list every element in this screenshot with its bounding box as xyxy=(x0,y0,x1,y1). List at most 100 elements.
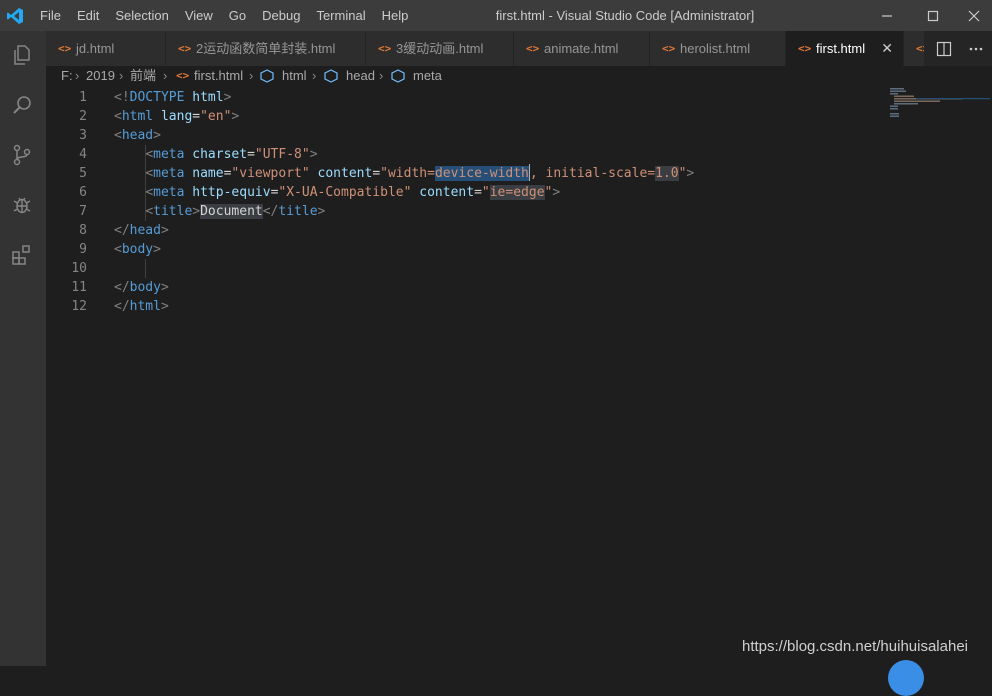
code-line[interactable]: 3 <head> xyxy=(46,126,992,145)
code-line[interactable]: 1 <!DOCTYPE html> xyxy=(46,88,992,107)
line-number: 1 xyxy=(79,90,87,105)
code-line[interactable]: 8 </head> xyxy=(46,221,992,240)
tab-herolist-html[interactable]: <> herolist.html xyxy=(650,31,786,66)
debug-icon xyxy=(13,197,31,214)
extensions-button[interactable] xyxy=(8,241,36,269)
code-token: "en" xyxy=(200,109,232,124)
breadcrumb-folder-2019[interactable]: 2019 xyxy=(86,66,115,86)
code-line[interactable]: 4 <meta charset="UTF-8"> xyxy=(46,145,992,164)
code-token: < xyxy=(145,166,154,181)
more-actions-icon[interactable] xyxy=(968,41,984,57)
code-token: = xyxy=(192,109,201,124)
code-token: > xyxy=(160,223,169,238)
code-text: <head> xyxy=(114,126,161,145)
tab-jd-html[interactable]: <> jd.html xyxy=(46,31,166,66)
menu-selection[interactable]: Selection xyxy=(107,0,176,31)
menu-file[interactable]: File xyxy=(32,0,69,31)
tab-animate-html[interactable]: <> animate.html xyxy=(514,31,650,66)
code-line[interactable]: 9 <body> xyxy=(46,240,992,259)
extensions-icon xyxy=(12,245,30,265)
breadcrumb-head[interactable]: head xyxy=(346,66,375,86)
tab-label: 2运动函数简单封装.html xyxy=(196,41,336,56)
tab-label: herolist.html xyxy=(680,41,751,56)
breadcrumb-drive[interactable]: F: xyxy=(61,66,73,86)
html-file-icon: <> xyxy=(176,69,190,82)
code-token: = xyxy=(474,185,482,200)
tab-label: jd.html xyxy=(76,41,115,56)
tab-2-html[interactable]: <> 2运动函数简单封装.html xyxy=(166,31,366,66)
minimap[interactable] xyxy=(886,88,992,138)
code-line[interactable]: 7 <title>Document</title> xyxy=(46,202,992,221)
source-control-button[interactable] xyxy=(8,141,36,169)
code-line[interactable]: 11 </body> xyxy=(46,278,992,297)
source-control-icon xyxy=(13,144,31,166)
breadcrumb-html[interactable]: html xyxy=(282,66,307,86)
vscode-logo-icon xyxy=(7,8,23,24)
explorer-button[interactable] xyxy=(8,41,36,69)
code-line[interactable]: 2 <html lang="en"> xyxy=(46,107,992,126)
minimize-button[interactable] xyxy=(864,0,910,31)
explorer-icon xyxy=(14,45,30,65)
tab-label: 3缓动动画.html xyxy=(396,41,484,56)
html-file-icon: <> xyxy=(798,42,812,55)
close-window-button[interactable] xyxy=(956,0,992,31)
menu-help[interactable]: Help xyxy=(374,0,417,31)
code-token: DOCTYPE xyxy=(129,90,185,105)
code-line[interactable]: 5 <meta name="viewport" content="width=d… xyxy=(46,164,992,183)
chevron-right-icon: › xyxy=(379,68,384,83)
menu-debug[interactable]: Debug xyxy=(254,0,308,31)
html-file-icon: <> xyxy=(526,42,540,55)
code-token: meta xyxy=(153,185,185,200)
code-editor[interactable]: 1 <!DOCTYPE html> 2 <html lang="en"> 3 <head>… xyxy=(46,88,992,666)
code-token: html xyxy=(192,90,224,105)
activity-bar xyxy=(0,31,46,666)
code-token: title xyxy=(278,204,318,219)
code-text: <meta http-equiv = "X-UA-Compatible" conte… xyxy=(114,183,560,202)
code-token: content xyxy=(317,166,373,181)
code-token: = xyxy=(247,147,255,162)
code-token: < xyxy=(145,147,154,162)
code-token: "viewport" xyxy=(231,166,310,181)
code-token: < xyxy=(145,204,154,219)
html-file-icon: <> xyxy=(378,42,392,55)
window-title: first.html - Visual Studio Code [Adminis… xyxy=(495,8,755,23)
menu-terminal[interactable]: Terminal xyxy=(308,0,373,31)
debug-button[interactable] xyxy=(8,191,36,219)
code-line[interactable]: 6 <meta http-equiv = "X-UA-Compatible" con… xyxy=(46,183,992,202)
tab-3-html[interactable]: <> 3缓动动画.html xyxy=(366,31,514,66)
search-button[interactable] xyxy=(8,91,36,119)
tab-first-html[interactable]: <> first.html ✕ xyxy=(786,31,904,66)
code-token: charset xyxy=(192,147,248,162)
code-token: </ xyxy=(262,204,279,219)
maximize-button[interactable] xyxy=(910,0,956,31)
code-token: "UTF-8" xyxy=(254,147,310,162)
html-file-icon: <> xyxy=(662,42,676,55)
chevron-right-icon: › xyxy=(75,68,80,83)
breadcrumb-meta[interactable]: meta xyxy=(413,66,442,86)
line-number: 5 xyxy=(79,166,87,181)
tab-close-icon[interactable]: ✕ xyxy=(881,31,893,66)
menu-view[interactable]: View xyxy=(177,0,221,31)
code-token: > xyxy=(153,128,161,143)
code-token: 1.0 xyxy=(655,166,679,181)
code-token: content xyxy=(419,185,475,200)
code-line[interactable]: 12 </html> xyxy=(46,297,992,316)
split-editor-icon[interactable] xyxy=(936,41,952,57)
code-token: html xyxy=(121,109,154,124)
code-text: <meta name="viewport" content="width=dev… xyxy=(114,164,694,183)
breadcrumb-folder[interactable]: 前端 xyxy=(130,66,156,86)
editor-tabs: <> jd.html <> 2运动函数简单封装.html <> 3缓动动画.ht… xyxy=(46,31,992,66)
code-token: http-equiv xyxy=(192,185,271,200)
code-text: </html> xyxy=(114,297,169,316)
code-line[interactable]: 10 xyxy=(46,259,992,278)
menu-go[interactable]: Go xyxy=(221,0,254,31)
code-token: < xyxy=(114,109,122,124)
menu-edit[interactable]: Edit xyxy=(69,0,107,31)
line-number: 9 xyxy=(79,242,87,257)
code-text: <title>Document</title> xyxy=(114,202,325,221)
code-token: lang xyxy=(160,109,193,124)
breadcrumb-file[interactable]: first.html xyxy=(194,66,243,86)
